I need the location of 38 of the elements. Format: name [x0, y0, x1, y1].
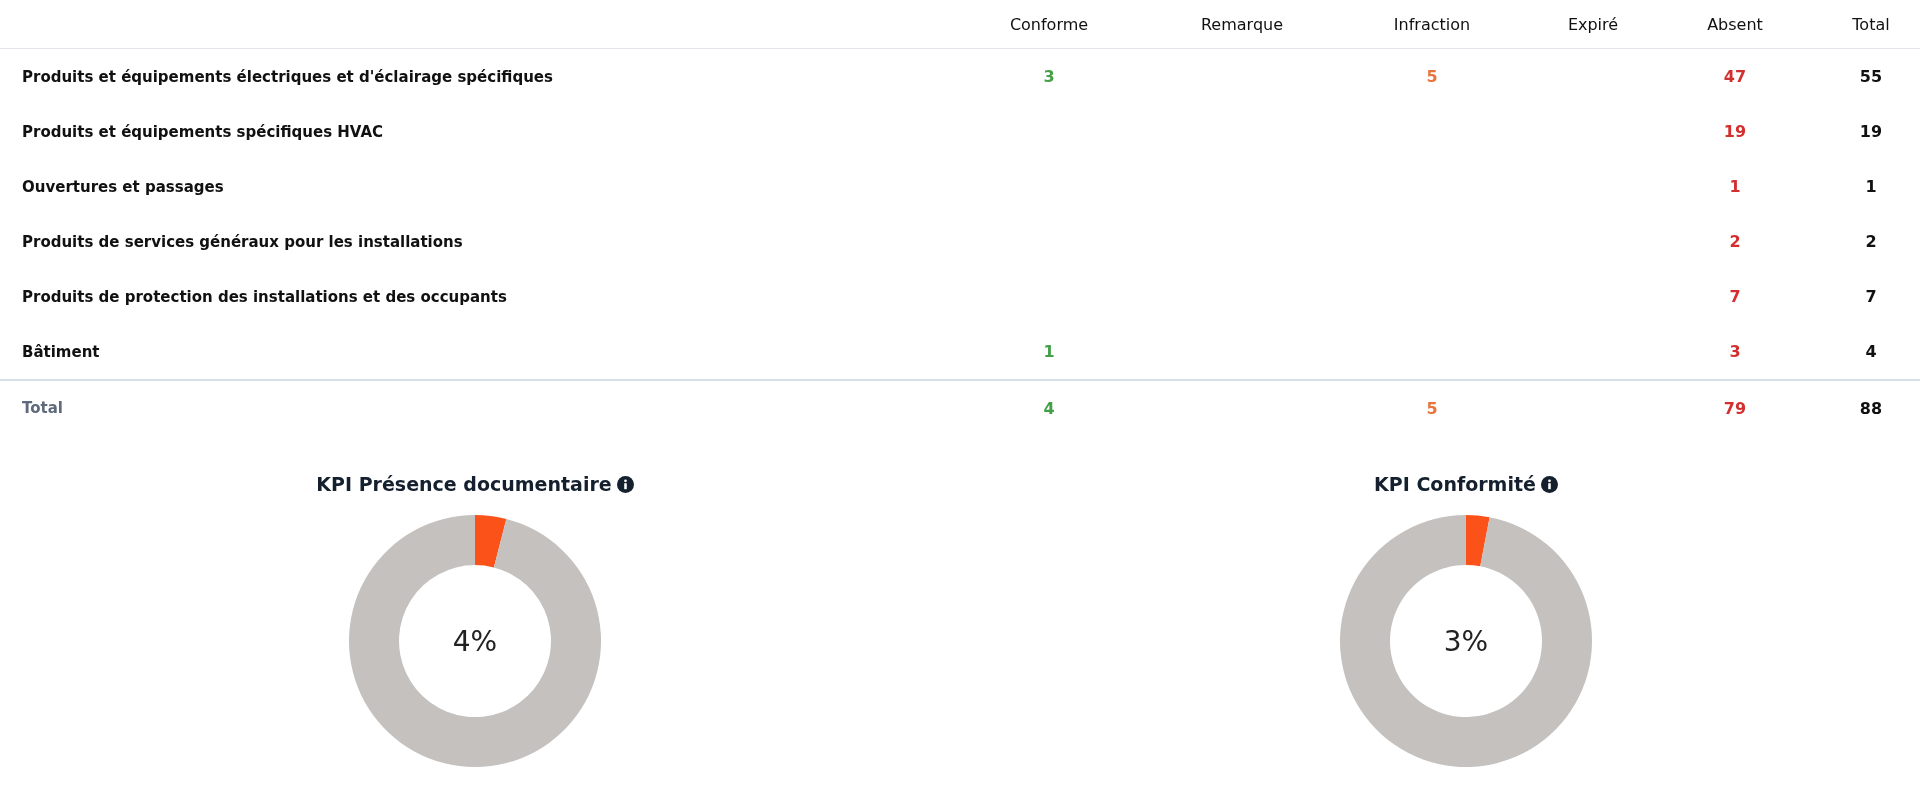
column-header: Infraction [1326, 0, 1538, 49]
percentage-label: 4% [452, 624, 498, 658]
row-label: Produits de protection des installations et des occupants [21, 286, 508, 308]
count-cell-text: 1 [1728, 176, 1742, 198]
count-cell: 1 [940, 324, 1158, 380]
info-icon[interactable] [1540, 475, 1558, 493]
column-header: Total [1822, 0, 1920, 49]
percentage-label: 3% [1443, 624, 1489, 658]
count-cell: 47 [1648, 48, 1822, 104]
total-label: Total [0, 380, 940, 435]
row-label: Produits de services généraux pour les installations [21, 231, 464, 253]
row-label: Produits et équipements spécifiques HVAC [21, 121, 385, 143]
column-header: Expiré [1538, 0, 1648, 49]
count-cell-text: 7 [1728, 286, 1742, 308]
total-cell: 4 [940, 380, 1158, 435]
count-cell: 4 [1822, 324, 1920, 380]
row-label: Bâtiment [0, 324, 940, 380]
count-cell-text: 2 [1864, 231, 1878, 253]
info-icon[interactable] [616, 475, 634, 493]
count-cell-text: 19 [1858, 121, 1884, 143]
count-cell: 55 [1822, 48, 1920, 104]
count-cell: 3 [1648, 324, 1822, 380]
count-cell-text: 1 [1864, 176, 1878, 198]
total-cell: 79 [1648, 380, 1822, 435]
row-label: Produits et équipements électriques et d'éclairage spécifiques [0, 48, 940, 104]
total-cell: 88 [1822, 380, 1920, 435]
count-cell-text: 2 [1728, 231, 1742, 253]
total-cell: 5 [1326, 380, 1538, 435]
count-cell-text: 7 [1864, 286, 1878, 308]
kpi-title: KPI Présence documentaire [316, 473, 612, 495]
kpi-title: KPI Conformité [1374, 473, 1536, 495]
row-label: Ouvertures et passages [21, 176, 225, 198]
count-cell-text: 19 [1722, 121, 1748, 143]
column-header: Conforme [940, 0, 1158, 49]
column-header: Remarque [1158, 0, 1326, 49]
count-cell: 3 [940, 48, 1158, 104]
column-header: Absent [1648, 0, 1822, 49]
count-cell: 5 [1326, 48, 1538, 104]
